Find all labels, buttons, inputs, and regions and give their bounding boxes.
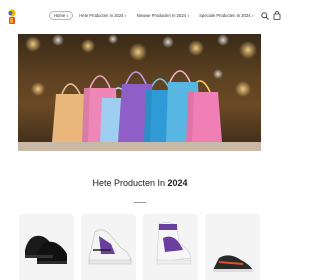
main-nav: Home ▾ Hete Producten In 2024 ▾ Nieuwe P…	[49, 11, 258, 20]
section-title-text: Hete Producten In	[92, 178, 168, 188]
nav-item-label: Nieuwe Producten In 2024	[136, 13, 186, 18]
nav-item-special-products[interactable]: Speciale Producten In 2024 ▾	[195, 11, 258, 20]
nav-item-new-products[interactable]: Nieuwe Producten In 2024 ▾	[133, 11, 193, 20]
search-icon[interactable]	[261, 12, 269, 20]
product-card[interactable]	[19, 214, 74, 280]
site-header: Home ▾ Hete Producten In 2024 ▾ Nieuwe P…	[0, 0, 281, 32]
chevron-down-icon: ▾	[66, 13, 69, 18]
section-title-year: 2024	[167, 178, 188, 188]
product-card[interactable]	[143, 214, 198, 280]
nav-item-label: Hete Producten In 2024	[79, 13, 124, 18]
nav-item-label: Home	[54, 13, 66, 18]
chevron-down-icon: ▾	[252, 13, 254, 18]
product-image-black-orange-sneaker	[213, 255, 253, 272]
nav-item-hot-products[interactable]: Hete Producten In 2024 ▾	[75, 11, 130, 20]
shopping-bags-illustration	[18, 34, 261, 151]
cart-icon[interactable]	[273, 11, 281, 20]
nav-item-label: Speciale Producten In 2024	[199, 13, 251, 18]
title-divider	[134, 202, 146, 203]
hero-banner-image	[18, 34, 261, 151]
brand-logo[interactable]	[7, 9, 17, 25]
product-card[interactable]	[205, 214, 260, 280]
section-title: Hete Producten In 2024	[0, 178, 280, 188]
chevron-down-icon: ▾	[187, 13, 190, 18]
chevron-down-icon: ▾	[125, 13, 127, 18]
product-card[interactable]	[81, 214, 136, 280]
product-image-white-purple-high-top	[156, 222, 192, 265]
nav-item-home[interactable]: Home ▾	[49, 11, 74, 20]
product-image-black-sneakers	[25, 235, 67, 264]
product-image-white-purple-sneaker	[88, 229, 132, 265]
